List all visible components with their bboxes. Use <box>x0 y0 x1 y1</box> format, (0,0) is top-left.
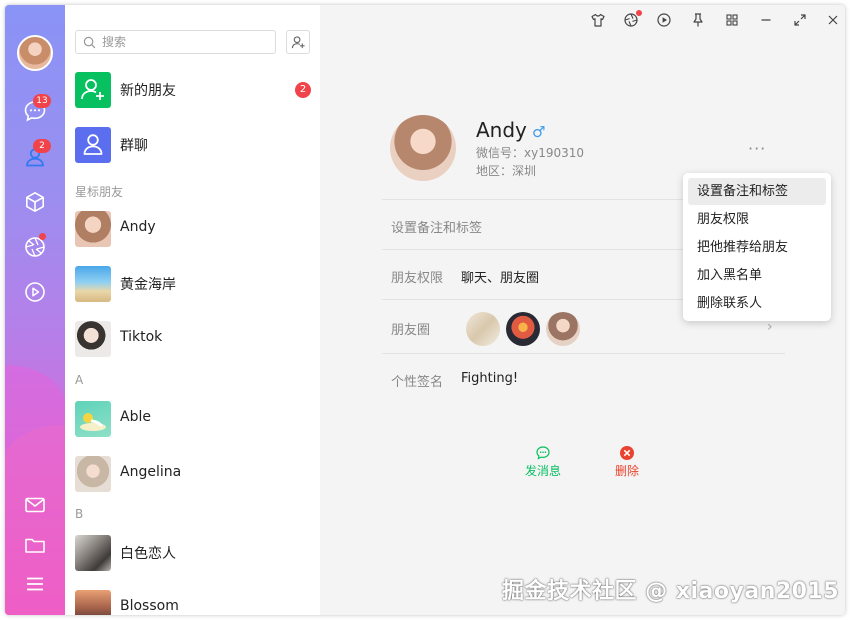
menu-item-blacklist[interactable]: 加入黑名单 <box>688 262 826 289</box>
moment-thumbnail[interactable] <box>506 312 540 346</box>
delete-icon <box>620 446 634 460</box>
contact-avatar <box>75 535 111 571</box>
close-icon[interactable] <box>825 12 841 28</box>
contact-row[interactable]: Angelina <box>65 449 320 499</box>
moments-label: 朋友圈 <box>391 323 431 338</box>
contact-row[interactable]: Tiktok <box>65 314 320 364</box>
contact-name: 白色恋人 <box>120 546 176 562</box>
contacts-panel: 新的朋友 2 群聊 星标朋友 Andy 黄金海岸 Tiktok A <box>65 5 320 615</box>
chat-bubble-icon <box>536 446 550 460</box>
context-menu: 设置备注和标签 朋友权限 把他推荐给朋友 加入黑名单 删除联系人 <box>683 173 831 321</box>
contact-avatar <box>75 211 111 247</box>
left-rail: 13 2 <box>5 5 65 615</box>
contact-row[interactable]: 白色恋人 <box>65 528 320 578</box>
search-box[interactable] <box>75 30 276 54</box>
user-avatar[interactable] <box>17 35 53 71</box>
signature-label: 个性签名 <box>391 375 444 390</box>
watermark: 掘金技术社区 @ xiaoyan2015 <box>502 579 840 604</box>
row-label: 新的朋友 <box>120 83 176 99</box>
send-message-button[interactable]: 发消息 <box>525 445 561 479</box>
moments-dot <box>636 10 642 16</box>
contact-row[interactable]: Able <box>65 394 320 444</box>
menu-item-delete-contact[interactable]: 删除联系人 <box>688 290 826 317</box>
contact-avatar <box>75 266 111 302</box>
contact-row[interactable]: Andy <box>65 204 320 254</box>
add-friend-button[interactable] <box>286 30 310 54</box>
grid-icon[interactable] <box>724 12 740 28</box>
delete-button[interactable]: 删除 <box>615 445 639 479</box>
play-icon[interactable] <box>23 280 47 304</box>
wechat-id: 微信号：xy190310 <box>476 146 585 160</box>
menu-item-set-remark[interactable]: 设置备注和标签 <box>688 178 826 205</box>
signature-value: Fighting! <box>461 371 519 386</box>
contact-name: Angelina <box>120 464 182 480</box>
contacts-badge: 2 <box>33 139 51 153</box>
menu-item-permission[interactable]: 朋友权限 <box>688 206 826 233</box>
new-friends-badge: 2 <box>295 82 311 98</box>
contact-avatar <box>75 321 111 357</box>
delete-label: 删除 <box>615 464 640 478</box>
new-friends-icon <box>75 72 111 108</box>
contact-row[interactable]: 黄金海岸 <box>65 259 320 309</box>
profile-avatar[interactable] <box>390 115 456 181</box>
maximize-icon[interactable] <box>792 12 808 28</box>
section-header: A <box>75 373 84 387</box>
app-window: 13 2 搜索 新的朋友 2 群聊 星标朋友 Andy 黄金海岸 Tiktok … <box>5 5 845 615</box>
search-icon <box>83 36 96 49</box>
send-message-label: 发消息 <box>525 464 562 478</box>
video-icon[interactable] <box>656 12 672 28</box>
mail-icon[interactable] <box>23 493 47 517</box>
pin-icon[interactable] <box>690 12 706 28</box>
add-user-icon <box>291 36 305 49</box>
folder-icon[interactable] <box>23 533 47 557</box>
chevron-right-icon[interactable]: › <box>767 319 773 335</box>
remark-label[interactable]: 设置备注和标签 <box>391 217 482 236</box>
contact-row[interactable]: Blossom <box>65 583 320 615</box>
group-chat-row[interactable]: 群聊 <box>65 120 320 170</box>
profile-name: Andy <box>476 118 527 142</box>
minimize-icon[interactable] <box>758 12 774 28</box>
permission-label: 朋友权限 <box>391 271 444 286</box>
male-icon: ♂ <box>532 123 546 141</box>
section-header: B <box>75 507 84 521</box>
permission-value[interactable]: 聊天、朋友圈 <box>461 267 539 286</box>
search-input[interactable] <box>102 34 272 50</box>
menu-item-recommend[interactable]: 把他推荐给朋友 <box>688 234 826 261</box>
contact-name: Tiktok <box>120 329 163 345</box>
moments-dot <box>39 233 46 240</box>
contact-name: Blossom <box>120 598 179 614</box>
skin-icon[interactable] <box>590 12 606 28</box>
contact-name: Andy <box>120 219 156 235</box>
more-icon[interactable]: ··· <box>748 139 766 158</box>
moment-thumbnail[interactable] <box>466 312 500 346</box>
divider <box>382 353 785 354</box>
contact-name: 黄金海岸 <box>120 277 176 293</box>
contact-avatar <box>75 590 111 615</box>
contact-avatar <box>75 456 111 492</box>
section-header: 星标朋友 <box>75 185 124 199</box>
menu-icon[interactable] <box>23 572 47 596</box>
new-friends-row[interactable]: 新的朋友 2 <box>65 65 320 115</box>
contact-name: Able <box>120 409 151 425</box>
chat-badge: 13 <box>33 94 51 108</box>
region: 地区：深圳 <box>476 164 537 178</box>
row-label: 群聊 <box>120 138 148 154</box>
moment-thumbnail[interactable] <box>546 312 580 346</box>
contact-avatar <box>75 401 111 437</box>
group-chat-icon <box>75 127 111 163</box>
cube-icon[interactable] <box>23 190 47 214</box>
